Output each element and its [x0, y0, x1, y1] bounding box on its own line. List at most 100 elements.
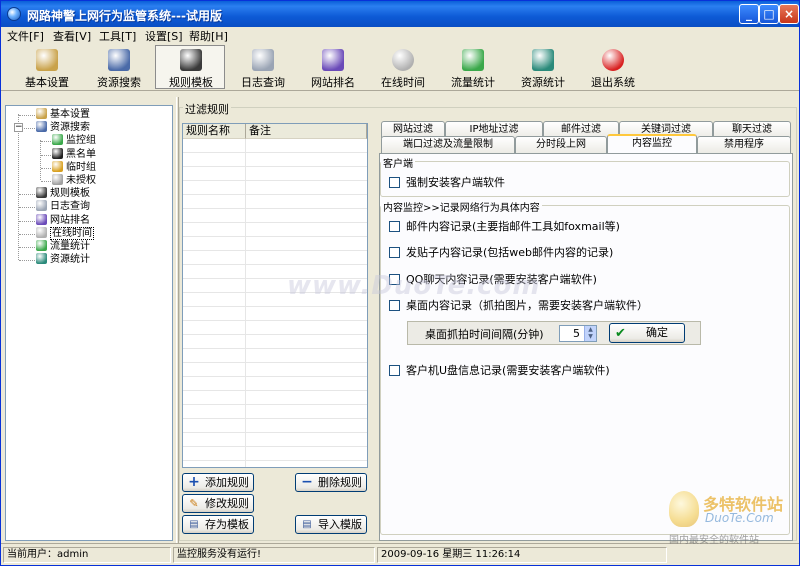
desktop-record-option[interactable]: 桌面内容记录（抓拍图片，需要安装客户端软件） [389, 299, 648, 313]
add-rule-button[interactable]: + 添加规则 [182, 473, 254, 492]
toolbar-button-clock[interactable]: 在线时间 [367, 45, 437, 89]
close-button[interactable]: × [779, 4, 799, 24]
desktop-record-checkbox[interactable] [389, 300, 400, 311]
title-bar[interactable]: 网路神警上网行为监管系统---试用版 _ □ × [1, 1, 799, 27]
tree-item[interactable]: 资源搜索 [36, 121, 90, 134]
toolbar-button-tools[interactable]: 基本设置 [11, 45, 81, 89]
menu-view[interactable]: 查看[V] [53, 28, 91, 44]
group-icon [52, 134, 63, 146]
tree-item[interactable]: 未授权 [52, 174, 96, 187]
edit-rule-button[interactable]: ✎ 修改规则 [182, 494, 254, 513]
tree-item[interactable]: 日志查询 [36, 200, 90, 213]
maximize-button[interactable]: □ [759, 4, 779, 24]
toolbar-button-traffic[interactable]: 流量统计 [437, 45, 507, 89]
save-template-button[interactable]: ▤ 存为模板 [182, 515, 254, 534]
tree-item-label: 资源统计 [50, 254, 90, 266]
import-template-button[interactable]: ▤ 导入模版 [295, 515, 367, 534]
toolbar-label: 规则模板 [169, 76, 213, 89]
clock-icon [36, 226, 47, 238]
collapse-icon[interactable]: − [14, 123, 23, 133]
tools-icon [36, 49, 58, 71]
tree-guide-line [18, 114, 19, 260]
tab-port-traffic[interactable]: 端口过滤及流量限制 [381, 136, 515, 153]
mail-record-checkbox[interactable] [389, 221, 400, 232]
traffic-light-icon [36, 187, 47, 199]
edit-rule-label: 修改规则 [205, 497, 249, 510]
tree-item[interactable]: 监控组 [52, 134, 96, 147]
post-record-checkbox[interactable] [389, 247, 400, 258]
mail-record-option[interactable]: 邮件内容记录(主要指邮件工具如foxmail等) [389, 220, 620, 234]
usb-record-checkbox[interactable] [389, 365, 400, 376]
delete-rule-label: 删除规则 [318, 476, 362, 489]
menu-settings[interactable]: 设置[S] [145, 28, 183, 44]
tree-item-label: 在线时间 [50, 226, 94, 240]
tools-icon [36, 108, 47, 119]
toolbar-label: 日志查询 [241, 76, 285, 89]
tree-item-label: 网站排名 [50, 214, 90, 226]
toolbar-button-monitor[interactable]: 资源搜索 [83, 45, 153, 89]
toolbar-label: 基本设置 [25, 76, 69, 89]
client-group-title: 客户端 [381, 155, 415, 170]
tree-item[interactable]: 临时组 [52, 160, 96, 174]
ok-label: 确定 [646, 326, 668, 339]
watermark-text: www.DuoTe.com [287, 271, 541, 301]
column-header-remark[interactable]: 备注 [246, 124, 367, 139]
tree-item-label: 未授权 [66, 175, 96, 186]
save-template-icon: ▤ [189, 519, 199, 530]
tree-item[interactable]: 在线时间 [36, 226, 94, 240]
toolbar-button-log[interactable]: 日志查询 [227, 45, 297, 89]
toolbar-button-ranking[interactable]: 网站排名 [297, 45, 367, 89]
force-install-label: 强制安装客户端软件 [406, 176, 505, 189]
tree-guide-line [19, 220, 35, 222]
status-datetime: 2009-09-16 星期三 11:26:14 [377, 547, 667, 563]
toolbar-button-power[interactable]: 退出系统 [577, 45, 647, 89]
tree-item[interactable]: 基本设置 [36, 108, 90, 121]
menu-help[interactable]: 帮助[H] [189, 28, 228, 44]
rule-list-rows [183, 139, 367, 467]
menu-tools[interactable]: 工具[T] [99, 28, 136, 44]
tree-item[interactable]: 资源统计 [36, 253, 90, 266]
duote-logo-watermark: 多特软件站 DuoTe.Com 国内最安全的软件站 [663, 487, 799, 547]
column-header-rule-name[interactable]: 规则名称 [183, 124, 246, 139]
tab-time-schedule[interactable]: 分时段上网 [515, 136, 607, 153]
stepper-arrows-icon[interactable]: ▲ ▼ [584, 326, 596, 341]
tree-guide-line [19, 260, 35, 262]
status-service: 监控服务没有运行! [173, 547, 375, 563]
toolbar-label: 流量统计 [451, 76, 495, 89]
interval-value: 5 [573, 327, 580, 340]
logo-domain: DuoTe.Com [705, 511, 774, 525]
toolbar-button-books[interactable]: 资源统计 [507, 45, 577, 89]
tree-item[interactable]: 黑名单 [52, 147, 96, 161]
tree-guide-line [19, 207, 35, 209]
tree-item[interactable]: 流量统计 [36, 240, 90, 253]
force-install-option[interactable]: 强制安装客户端软件 [389, 176, 505, 190]
post-record-option[interactable]: 发贴子内容记录(包括web邮件内容的记录) [389, 246, 613, 260]
interval-label: 桌面抓拍时间间隔(分钟) [425, 328, 544, 341]
app-window: 网路神警上网行为监管系统---试用版 _ □ × 文件[F] 查看[V] 工具[… [0, 0, 800, 566]
tree-item-label: 日志查询 [50, 201, 90, 213]
ranking-icon [322, 49, 344, 71]
monitor-icon [36, 121, 47, 133]
delete-rule-button[interactable]: − 删除规则 [295, 473, 367, 492]
minimize-button[interactable]: _ [739, 4, 759, 24]
tree-guide-line [41, 141, 51, 143]
tree-item[interactable]: 网站排名 [36, 213, 90, 227]
tree-guide-line [40, 140, 41, 180]
toolbar-button-traffic-light[interactable]: 规则模板 [155, 45, 225, 89]
tree-guide-line [19, 115, 35, 116]
menu-file[interactable]: 文件[F] [7, 28, 44, 44]
tree-item[interactable]: 规则模板 [36, 187, 90, 200]
tree-guide-line [19, 247, 35, 248]
nav-tree[interactable]: 基本设置 资源搜索 − 监控组 黑名单 临时组 未授权 规则模板 日志查询 网站排名 在线时间 流量统… [5, 105, 173, 541]
force-install-checkbox[interactable] [389, 177, 400, 188]
tree-guide-line [41, 167, 51, 169]
toolbar-label: 资源搜索 [97, 76, 141, 89]
ok-button[interactable]: ✔ 确定 [609, 323, 685, 343]
tab-disable-program[interactable]: 禁用程序 [697, 136, 791, 153]
tree-item-label: 资源搜索 [50, 122, 90, 134]
column-divider [245, 139, 246, 467]
usb-record-option[interactable]: 客户机U盘信息记录(需要安装客户端软件) [389, 364, 610, 378]
unauthorized-icon [52, 174, 63, 185]
tab-content-monitor[interactable]: 内容监控 [607, 134, 697, 153]
mail-record-label: 邮件内容记录(主要指邮件工具如foxmail等) [406, 220, 620, 233]
